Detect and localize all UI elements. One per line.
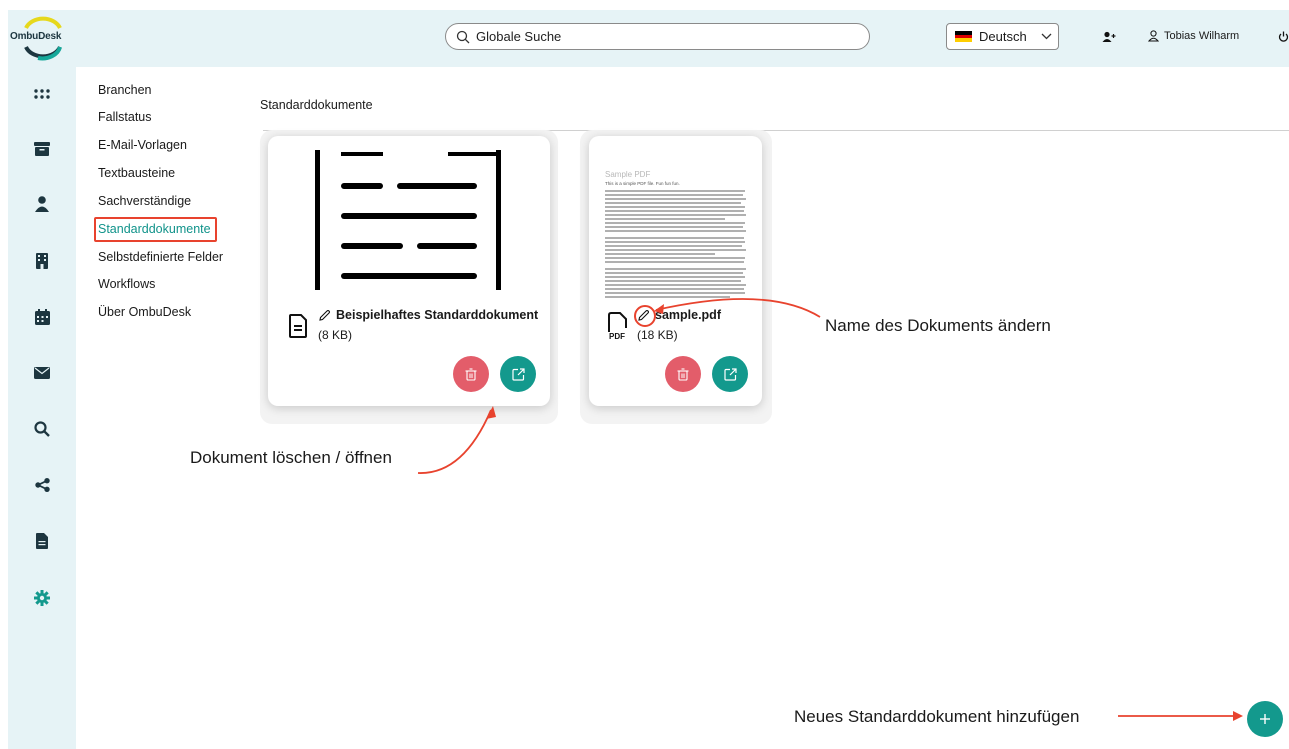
highlight-circle: [634, 305, 656, 327]
annotation-add-new: Neues Standarddokument hinzufügen: [794, 707, 1080, 726]
annotation-delete-open: Dokument löschen / öffnen: [190, 448, 392, 467]
rename-arrow: [655, 298, 821, 318]
rename-arrowhead: [654, 304, 664, 314]
delete-open-arrowhead: [486, 406, 496, 419]
app-frame: OmbuDesk Globale Suche Deutsch Tobias Wi…: [8, 10, 1289, 749]
annotation-arrows: [417, 298, 1243, 721]
add-arrowhead: [1233, 711, 1243, 721]
annotation-rename: Name des Dokuments ändern: [825, 316, 1051, 335]
delete-open-arrow: [417, 409, 492, 474]
